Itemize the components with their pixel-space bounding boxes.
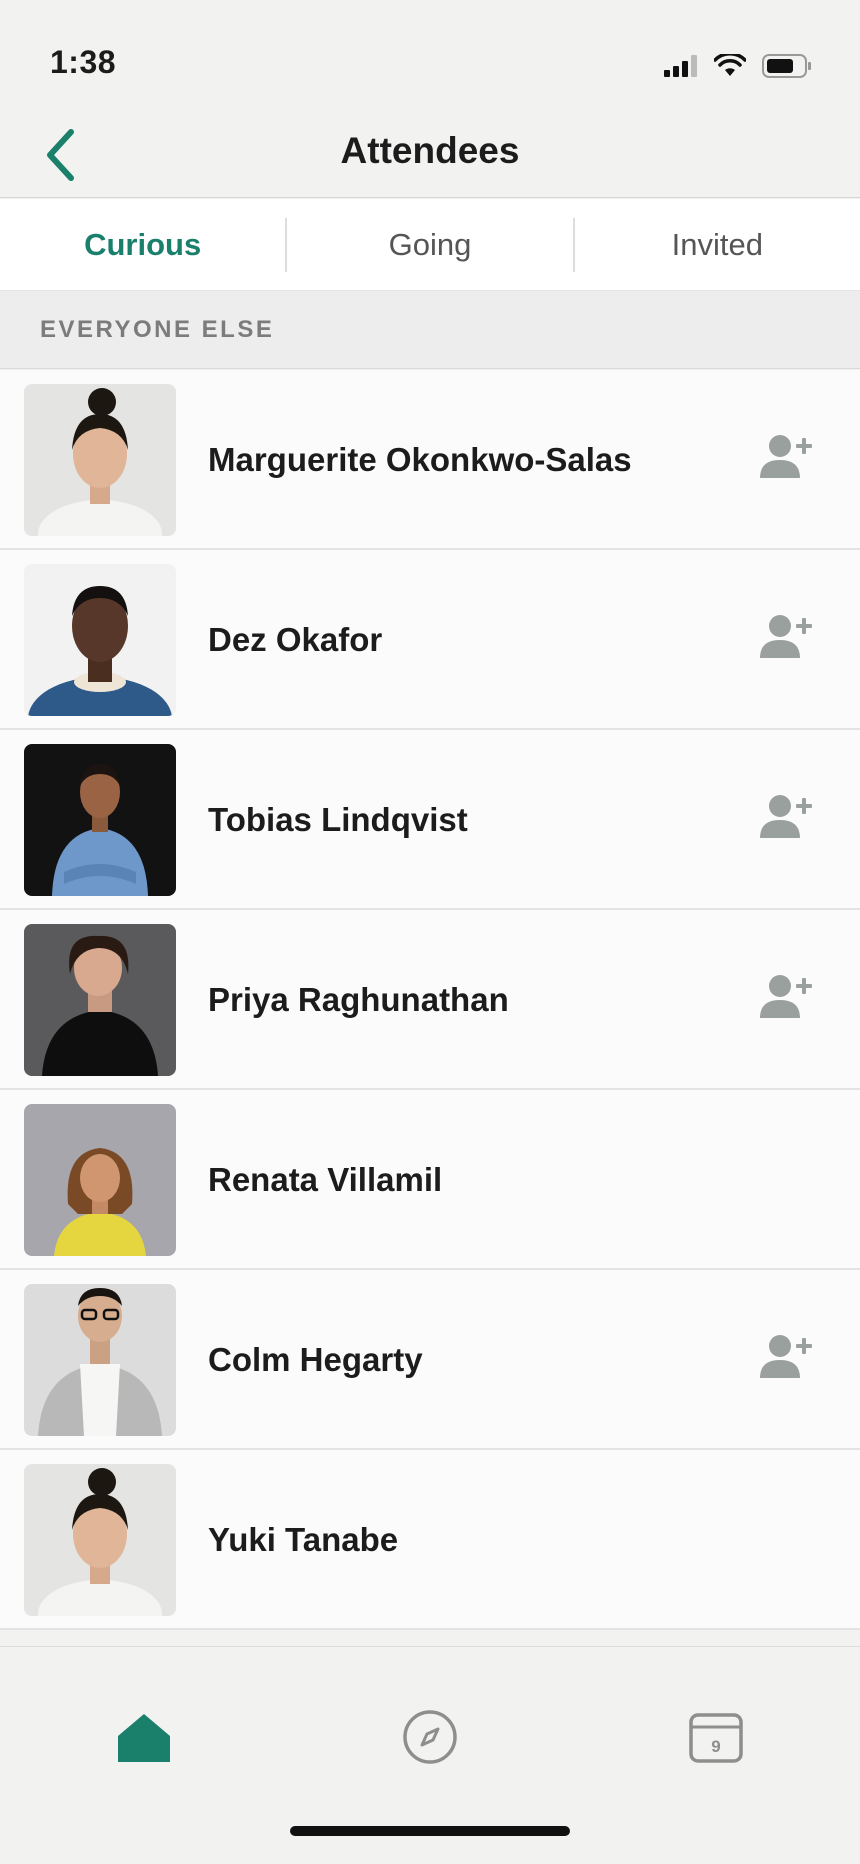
list-item[interactable]: Renata Villamil bbox=[0, 1090, 860, 1270]
battery-icon bbox=[762, 54, 811, 78]
attendee-name: Marguerite Okonkwo-Salas bbox=[208, 441, 632, 478]
add-person-icon bbox=[760, 435, 812, 478]
attendee-name: Yuki Tanabe bbox=[208, 1521, 399, 1558]
attendee-name: Dez Okafor bbox=[208, 621, 383, 658]
attendee-list: Marguerite Okonkwo-Salas Dez Okafor Tobi… bbox=[0, 370, 860, 1630]
wifi-icon bbox=[714, 54, 746, 76]
status-bar: 1:38 bbox=[0, 0, 860, 110]
home-icon bbox=[118, 1714, 170, 1762]
nav-bar: Attendees bbox=[0, 110, 860, 198]
tabbar-home[interactable] bbox=[104, 1697, 184, 1777]
tab-curious[interactable]: Curious bbox=[0, 199, 285, 290]
attendee-tabs: Curious Going Invited bbox=[0, 199, 860, 291]
add-friend-button[interactable] bbox=[760, 434, 814, 480]
list-item[interactable]: Dez Okafor bbox=[0, 550, 860, 730]
tabbar-calendar[interactable]: 9 bbox=[676, 1697, 756, 1777]
add-friend-button[interactable] bbox=[760, 794, 814, 840]
tab-going[interactable]: Going bbox=[287, 199, 572, 290]
avatar bbox=[24, 1104, 176, 1256]
add-person-icon bbox=[760, 1335, 812, 1378]
list-item[interactable]: Yuki Tanabe bbox=[0, 1450, 860, 1630]
avatar bbox=[24, 564, 176, 716]
avatar bbox=[24, 924, 176, 1076]
page-title: Attendees bbox=[340, 130, 520, 171]
list-item[interactable]: Priya Raghunathan bbox=[0, 910, 860, 1090]
home-indicator bbox=[290, 1826, 570, 1836]
status-icons bbox=[664, 54, 812, 78]
tab-invited[interactable]: Invited bbox=[575, 199, 860, 290]
avatar bbox=[24, 384, 176, 536]
list-item[interactable]: Tobias Lindqvist bbox=[0, 730, 860, 910]
attendee-name: Renata Villamil bbox=[208, 1161, 443, 1198]
tabbar-explore[interactable] bbox=[390, 1697, 470, 1777]
add-person-icon bbox=[760, 975, 812, 1018]
signal-icon bbox=[664, 55, 697, 77]
compass-icon bbox=[403, 1710, 457, 1764]
section-header: EVERYONE ELSE bbox=[0, 291, 860, 369]
list-item[interactable]: Colm Hegarty bbox=[0, 1270, 860, 1450]
attendee-name: Tobias Lindqvist bbox=[208, 801, 468, 838]
avatar bbox=[24, 744, 176, 896]
list-item[interactable]: Marguerite Okonkwo-Salas bbox=[0, 370, 860, 550]
calendar-day: 9 bbox=[711, 1737, 721, 1756]
avatar bbox=[24, 1284, 176, 1436]
attendee-name: Colm Hegarty bbox=[208, 1341, 423, 1378]
status-time: 1:38 bbox=[50, 44, 117, 80]
add-friend-button[interactable] bbox=[760, 974, 814, 1020]
add-friend-button[interactable] bbox=[760, 614, 814, 660]
add-person-icon bbox=[760, 615, 812, 658]
add-friend-button[interactable] bbox=[760, 1334, 814, 1380]
add-person-icon bbox=[760, 795, 812, 838]
attendee-name: Priya Raghunathan bbox=[208, 981, 509, 1018]
avatar bbox=[24, 1464, 176, 1616]
